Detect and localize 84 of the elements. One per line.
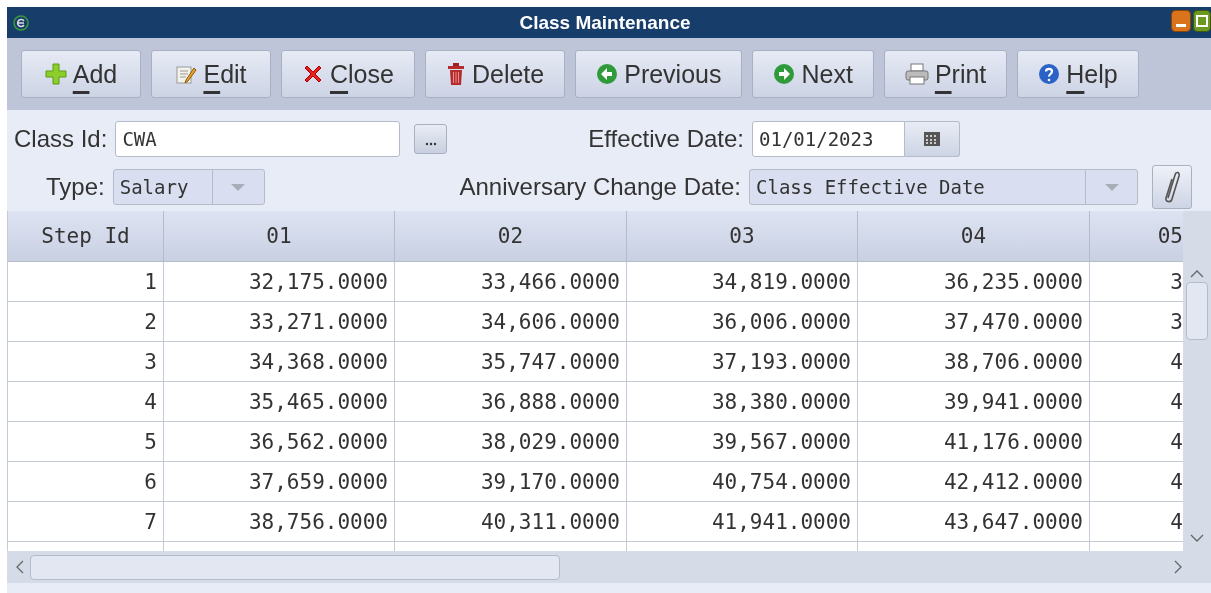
attachment-button[interactable] bbox=[1152, 165, 1192, 209]
dropdown-arrow-icon bbox=[1103, 182, 1120, 192]
window-title: Class Maintenance bbox=[518, 11, 692, 34]
table-cell: 33,271.0000 bbox=[164, 302, 395, 342]
plus-icon bbox=[44, 63, 67, 85]
table-cell: 38,706.0000 bbox=[858, 342, 1090, 382]
horizontal-scrollbar[interactable] bbox=[7, 551, 1211, 583]
table-cell: 32,175.0000 bbox=[164, 262, 395, 302]
table-cell: 38,029.0000 bbox=[395, 422, 627, 462]
dropdown-arrow-icon bbox=[230, 182, 247, 192]
toolbar-button[interactable]: Next bbox=[752, 50, 874, 98]
table-cell: 34,368.0000 bbox=[164, 342, 395, 382]
column-header[interactable]: 04 bbox=[858, 211, 1090, 262]
field-label: Type: bbox=[46, 173, 105, 201]
table-cell: 40,311.0000 bbox=[395, 502, 627, 542]
anniversary-change-date-dropdown[interactable]: Class Effective Date bbox=[749, 169, 1138, 205]
toolbar-button[interactable]: Close bbox=[281, 50, 415, 98]
table-cell: 40,754.0000 bbox=[627, 462, 858, 502]
table-cell: 36,235.0000 bbox=[858, 262, 1090, 302]
right-arrow-circle-icon bbox=[773, 63, 796, 85]
column-header[interactable]: 01 bbox=[164, 211, 395, 262]
table-cell: 35,465.0000 bbox=[164, 382, 395, 422]
column-header[interactable]: 02 bbox=[395, 211, 627, 262]
x-icon bbox=[302, 63, 324, 85]
table-cell: 36,562.0000 bbox=[164, 422, 395, 462]
table-cell: 41,176.0000 bbox=[858, 422, 1090, 462]
scroll-down-icon[interactable] bbox=[1190, 534, 1204, 543]
table-cell: 5 bbox=[8, 422, 164, 462]
notepad-pencil-icon bbox=[175, 63, 198, 85]
table-cell: 2 bbox=[8, 302, 164, 342]
toolbar-button[interactable]: Help bbox=[1017, 50, 1139, 98]
field-label: Class Id: bbox=[14, 125, 108, 153]
effective-date-field[interactable]: 01/01/2023 bbox=[752, 121, 905, 157]
trash-icon bbox=[445, 62, 466, 86]
scroll-left-icon[interactable] bbox=[15, 560, 24, 574]
left-arrow-circle-icon bbox=[596, 63, 619, 85]
scroll-up-icon[interactable] bbox=[1190, 269, 1204, 278]
table-cell: 39,567.0000 bbox=[627, 422, 858, 462]
toolbar-button[interactable]: Print bbox=[883, 50, 1008, 98]
minimize-button[interactable] bbox=[1171, 10, 1191, 32]
table-cell: 39,170.0000 bbox=[395, 462, 627, 502]
table-cell: 1 bbox=[8, 262, 164, 302]
scroll-right-icon[interactable] bbox=[1174, 560, 1183, 574]
field-label: Effective Date: bbox=[588, 125, 744, 153]
help-icon bbox=[1038, 63, 1061, 85]
type-dropdown[interactable]: Salary bbox=[112, 169, 265, 205]
toolbar-button[interactable]: Delete bbox=[424, 50, 566, 98]
printer-icon bbox=[904, 63, 929, 85]
table-cell: 33,466.0000 bbox=[395, 262, 627, 302]
column-header[interactable]: Step Id bbox=[8, 211, 164, 262]
toolbar-button[interactable]: Add bbox=[21, 50, 141, 98]
table-cell: 6 bbox=[8, 462, 164, 502]
toolbar-button[interactable]: Edit bbox=[151, 50, 271, 98]
table-cell: 43,647.0000 bbox=[858, 502, 1090, 542]
table-cell: 37,193.0000 bbox=[627, 342, 858, 382]
table-cell: 4 bbox=[8, 382, 164, 422]
scroll-thumb[interactable] bbox=[1186, 282, 1208, 340]
toolbar-button[interactable]: Previous bbox=[575, 50, 743, 98]
table-cell: 36,006.0000 bbox=[627, 302, 858, 342]
maximize-button[interactable] bbox=[1193, 10, 1211, 32]
ellipsis-icon bbox=[424, 142, 437, 146]
table-cell: 39,941.0000 bbox=[858, 382, 1090, 422]
field-label: Anniversary Change Date: bbox=[459, 173, 741, 201]
table-cell: 37,659.0000 bbox=[164, 462, 395, 502]
scroll-thumb[interactable] bbox=[30, 554, 560, 580]
app-logo-icon bbox=[13, 14, 29, 31]
table-cell: 36,888.0000 bbox=[395, 382, 627, 422]
table-cell: 35,747.0000 bbox=[395, 342, 627, 382]
column-header[interactable]: 03 bbox=[627, 211, 858, 262]
table-cell: 34,606.0000 bbox=[395, 302, 627, 342]
table-cell: 38,380.0000 bbox=[627, 382, 858, 422]
table-cell: 7 bbox=[8, 502, 164, 542]
calendar-button[interactable] bbox=[905, 121, 960, 157]
column-header[interactable]: 05 bbox=[1090, 211, 1183, 262]
table-cell: 38,756.0000 bbox=[164, 502, 395, 542]
table-cell: 41,941.0000 bbox=[627, 502, 858, 542]
calendar-icon bbox=[923, 131, 941, 147]
table-cell: 37,470.0000 bbox=[858, 302, 1090, 342]
class-id-field[interactable]: CWA bbox=[115, 121, 401, 157]
table-cell: 42,412.0000 bbox=[858, 462, 1090, 502]
table-cell: 34,819.0000 bbox=[627, 262, 858, 302]
vertical-scrollbar[interactable] bbox=[1183, 211, 1211, 551]
table-cell: 3 bbox=[8, 342, 164, 382]
paperclip-icon bbox=[1163, 170, 1181, 204]
